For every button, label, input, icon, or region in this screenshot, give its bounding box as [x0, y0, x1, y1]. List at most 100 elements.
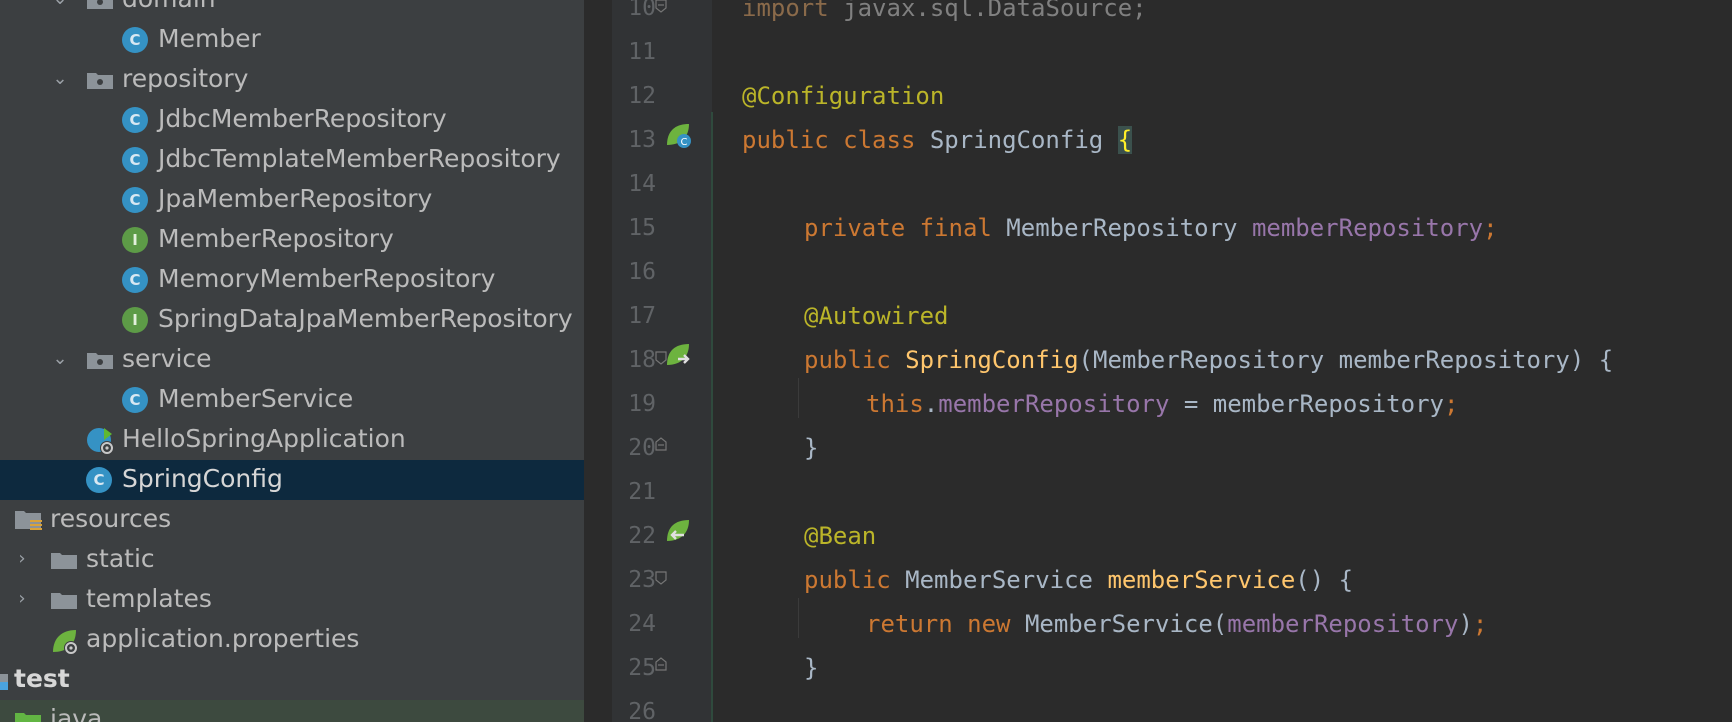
line-number: 22 — [628, 523, 656, 549]
line-number: 17 — [628, 303, 656, 329]
tree-item-member-repository[interactable]: I MemberRepository — [0, 220, 584, 260]
tree-item-label: application.properties — [86, 624, 360, 653]
tree-item-label: MemoryMemberRepository — [158, 264, 496, 293]
tree-item-service[interactable]: ⌄ service — [0, 340, 584, 380]
tree-item-label: static — [86, 544, 155, 573]
resources-folder-icon — [15, 511, 42, 530]
tree-item-label: JdbcMemberRepository — [158, 104, 447, 133]
spring-properties-file-icon — [53, 630, 78, 655]
tree-item-label: service — [122, 344, 212, 373]
tree-item-label: java — [50, 704, 103, 722]
line-number: 20 — [628, 435, 656, 461]
chevron-down-icon[interactable]: ⌄ — [50, 349, 70, 369]
class-icon: C — [122, 107, 148, 133]
fold-end-marker-icon[interactable] — [655, 437, 667, 451]
tree-item-resources[interactable]: resources — [0, 500, 584, 540]
code-line-13: public class SpringConfig { — [742, 126, 1133, 154]
fold-end-marker-icon[interactable] — [655, 657, 667, 671]
line-number: 13 — [628, 127, 656, 153]
line-number: 25 — [628, 655, 656, 681]
fold-marker-icon[interactable] — [655, 571, 667, 585]
class-icon: C — [122, 387, 148, 413]
line-number: 26 — [628, 699, 656, 722]
line-number: 18 — [628, 347, 656, 373]
line-number: 19 — [628, 391, 656, 417]
chevron-right-icon[interactable]: › — [12, 549, 32, 569]
interface-icon: I — [122, 227, 148, 253]
line-number: 12 — [628, 83, 656, 109]
tree-item-label: SpringConfig — [122, 464, 283, 493]
tree-item-application-properties[interactable]: application.properties — [0, 620, 584, 660]
tree-item-domain[interactable]: ⌄ domain — [0, 0, 584, 20]
editor-gutter: 10 11 12 13 14 15 16 17 18 19 20 21 22 2… — [612, 0, 712, 722]
tree-item-label: Member — [158, 24, 261, 53]
indent-guide — [798, 378, 799, 418]
package-folder-icon — [87, 73, 113, 89]
code-line-15: private final MemberRepository memberRep… — [804, 214, 1498, 242]
tree-item-memory-member-repository[interactable]: C MemoryMemberRepository — [0, 260, 584, 300]
tree-item-hello-spring-application[interactable]: HelloSpringApplication — [0, 420, 584, 460]
line-number: 10 — [628, 0, 656, 21]
tree-item-label: resources — [50, 504, 172, 533]
modified-lines-marker — [711, 112, 713, 722]
indent-guide — [798, 598, 799, 638]
tree-item-jdbc-template-member-repository[interactable]: C JdbcTemplateMemberRepository — [0, 140, 584, 180]
tree-item-spring-data-jpa-member-repository[interactable]: I SpringDataJpaMemberRepository — [0, 300, 584, 340]
chevron-right-icon[interactable]: › — [12, 589, 32, 609]
line-number: 14 — [628, 171, 656, 197]
tree-item-member[interactable]: C Member — [0, 20, 584, 60]
code-line-19: this.memberRepository = memberRepository… — [866, 390, 1459, 418]
spring-bean-config-icon[interactable]: C — [664, 121, 694, 151]
line-number: 16 — [628, 259, 656, 285]
code-editor[interactable]: 10 11 12 13 14 15 16 17 18 19 20 21 22 2… — [612, 0, 1732, 722]
tree-item-label: templates — [86, 584, 212, 613]
code-line-20: } — [804, 434, 819, 462]
code-line-18: public SpringConfig(MemberRepository mem… — [804, 346, 1614, 374]
class-icon: C — [122, 147, 148, 173]
test-folder-icon — [0, 674, 8, 690]
code-line-17: @Autowired — [804, 302, 949, 330]
tree-item-static[interactable]: › static — [0, 540, 584, 580]
project-tree: ⌄ domain C Member ⌄ repository C JdbcMem… — [0, 0, 584, 722]
code-line-25: } — [804, 654, 819, 682]
tree-item-templates[interactable]: › templates — [0, 580, 584, 620]
tree-item-label: JpaMemberRepository — [158, 184, 433, 213]
tree-item-test[interactable]: test — [0, 660, 584, 700]
tree-item-jdbc-member-repository[interactable]: C JdbcMemberRepository — [0, 100, 584, 140]
tree-item-label: SpringDataJpaMemberRepository — [158, 304, 573, 333]
tree-item-label: JdbcTemplateMemberRepository — [158, 144, 561, 173]
line-number: 15 — [628, 215, 656, 241]
tree-item-jpa-member-repository[interactable]: C JpaMemberRepository — [0, 180, 584, 220]
matched-brace: { — [1117, 126, 1133, 154]
interface-icon: I — [122, 307, 148, 333]
class-icon: C — [122, 27, 148, 53]
tree-item-repository[interactable]: ⌄ repository — [0, 60, 584, 100]
chevron-down-icon[interactable]: ⌄ — [50, 69, 70, 89]
tree-item-spring-config[interactable]: C SpringConfig — [0, 460, 584, 500]
line-number: 24 — [628, 611, 656, 637]
folder-icon — [51, 593, 77, 609]
fold-marker-icon[interactable] — [655, 351, 667, 365]
package-folder-icon — [87, 0, 113, 9]
tree-item-label: test — [14, 664, 70, 693]
svg-text:C: C — [681, 137, 688, 148]
chevron-down-icon[interactable]: ⌄ — [50, 0, 70, 9]
folder-icon — [51, 553, 77, 569]
class-icon: C — [86, 467, 112, 493]
tree-item-label: HelloSpringApplication — [122, 424, 406, 453]
line-number: 23 — [628, 567, 656, 593]
code-line-23: public MemberService memberService() { — [804, 566, 1354, 594]
fold-marker-icon[interactable] — [655, 0, 667, 13]
class-icon: C — [122, 187, 148, 213]
tree-item-label: repository — [122, 64, 249, 93]
tree-item-test-java[interactable]: java — [0, 700, 584, 722]
line-number: 11 — [628, 39, 656, 65]
spring-autowired-icon[interactable] — [664, 341, 694, 371]
tree-item-label: MemberService — [158, 384, 354, 413]
tree-item-label: MemberRepository — [158, 224, 394, 253]
tree-item-member-service[interactable]: C MemberService — [0, 380, 584, 420]
spring-bean-icon[interactable] — [664, 517, 694, 547]
code-line-10: import javax.sql.DataSource; — [742, 0, 1147, 22]
package-folder-icon — [87, 353, 113, 369]
code-line-12: @Configuration — [742, 82, 945, 110]
